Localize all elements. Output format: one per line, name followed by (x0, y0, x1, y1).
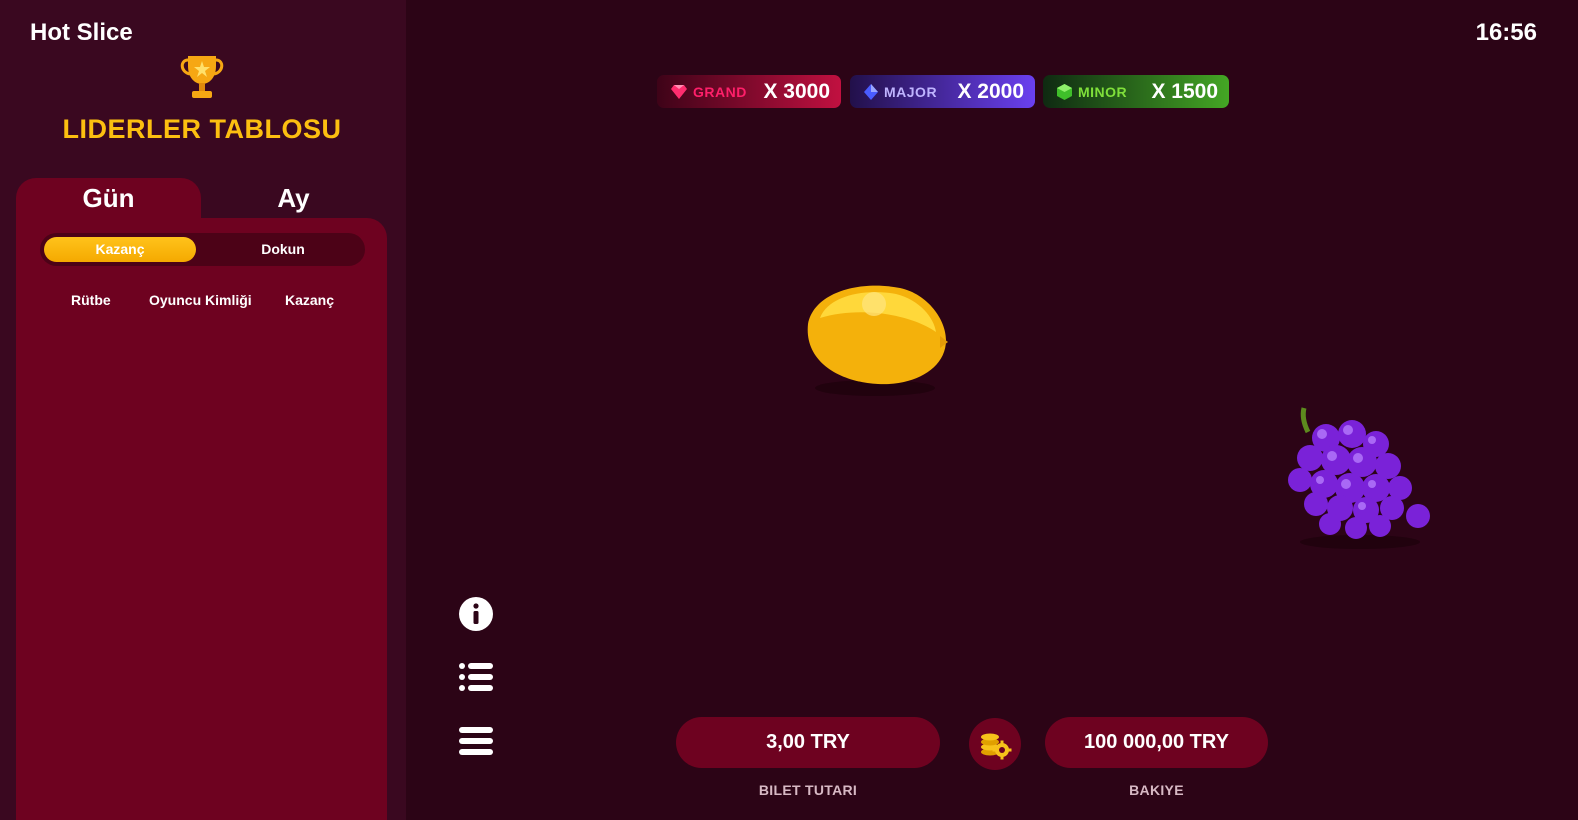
sapphire-gem-icon (864, 83, 878, 100)
jackpot-minor-multiplier: X 1500 (1151, 79, 1218, 103)
jackpot-grand-label: GRAND (693, 83, 747, 100)
bet-amount-button[interactable]: 3,00 TRY (676, 717, 940, 768)
emerald-gem-icon (1057, 83, 1072, 100)
list-icon[interactable] (458, 659, 494, 695)
leaderboard-sidebar: Hot Slice LIDERLER TABLOSU Gün Ay Kazanç… (0, 0, 406, 820)
column-header-player-id: Oyuncu Kimliği (149, 292, 252, 308)
jackpot-grand-multiplier: X 3000 (763, 79, 830, 103)
column-header-winnings: Kazanç (285, 292, 335, 308)
leaderboard-title: LIDERLER TABLOSU (62, 114, 342, 144)
lemon-fruit[interactable] (800, 278, 950, 398)
grapes-fruit[interactable] (1280, 400, 1440, 550)
tab-month[interactable]: Ay (201, 178, 386, 222)
coin-settings-button[interactable] (969, 718, 1021, 770)
jackpot-major-multiplier: X 2000 (957, 79, 1024, 103)
bet-amount-label: BILET TUTARI (758, 782, 858, 798)
toggle-winnings[interactable]: Kazanç (44, 237, 196, 262)
trophy-icon (180, 56, 224, 98)
balance-label: BAKIYE (1129, 782, 1184, 798)
jackpot-major-label: MAJOR (884, 83, 938, 100)
jackpot-major: MAJOR X 2000 (850, 75, 1035, 108)
info-icon[interactable] (458, 596, 494, 632)
toggle-tap[interactable]: Dokun (207, 237, 359, 262)
app-title: Hot Slice (30, 19, 133, 46)
hamburger-menu-icon[interactable] (458, 723, 494, 759)
clock: 16:56 (1475, 19, 1537, 46)
jackpot-minor: MINOR X 1500 (1043, 75, 1229, 108)
game-screen: Hot Slice LIDERLER TABLOSU Gün Ay Kazanç… (0, 0, 1578, 820)
jackpot-minor-label: MINOR (1078, 83, 1128, 100)
leaderboard-panel (16, 218, 387, 820)
column-header-rank: Rütbe (71, 292, 111, 308)
coins-gear-icon (981, 733, 1012, 760)
leaderboard-toggle: Kazanç Dokun (40, 233, 365, 266)
ruby-gem-icon (671, 84, 687, 99)
balance-display: 100 000,00 TRY (1045, 717, 1268, 768)
tab-day[interactable]: Gün (16, 178, 201, 222)
jackpot-grand: GRAND X 3000 (657, 75, 841, 108)
